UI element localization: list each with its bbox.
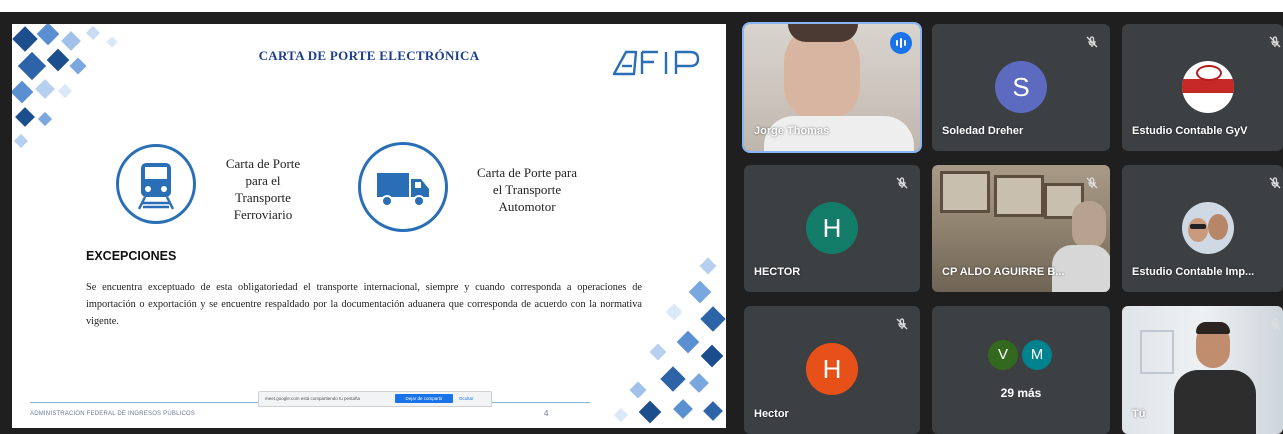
participant-name: Estudio Contable GyV xyxy=(1132,125,1248,137)
participant-tile-estudio-contable-imp[interactable]: Estudio Contable Imp... xyxy=(1122,165,1283,292)
speaking-indicator-icon xyxy=(890,32,912,54)
item2-caption: Carta de Porte para el Transporte Automo… xyxy=(462,164,592,215)
screen-share-banner: meet.google.com está compartiendo tu pes… xyxy=(258,391,492,407)
truck-icon xyxy=(358,142,448,232)
participant-avatar: S xyxy=(995,61,1047,113)
item1-caption-line: para el xyxy=(245,173,281,188)
person-head xyxy=(1072,201,1106,249)
item2-caption-line: el Transporte xyxy=(492,182,562,197)
slide-page-number: 4 xyxy=(544,409,549,418)
item1-caption-line: Ferroviario xyxy=(233,207,293,222)
exceptions-body: Se encuentra exceptuado de esta obligato… xyxy=(86,282,642,327)
person-shirt xyxy=(1174,370,1256,434)
participant-tile-cp-aldo-aguirre[interactable]: CP ALDO AGUIRRE B... xyxy=(932,165,1110,292)
participant-logo xyxy=(1182,61,1234,113)
item2-caption-line: Automotor xyxy=(498,199,556,214)
wall-frame xyxy=(994,175,1044,217)
participant-tile-hector-lower[interactable]: H Hector xyxy=(744,306,920,434)
participant-avatar: H xyxy=(806,343,858,395)
participant-avatar-small: M xyxy=(1022,340,1052,370)
person-face xyxy=(1208,214,1228,240)
item2-caption-line: Carta de Porte para xyxy=(477,165,577,180)
participant-name: CP ALDO AGUIRRE B... xyxy=(942,266,1065,278)
mic-off-icon xyxy=(896,177,908,189)
item1-caption-line: Transporte xyxy=(235,190,291,205)
person-face xyxy=(1188,218,1208,242)
decorative-tiles-top-left xyxy=(12,24,152,164)
more-participants-tile[interactable]: V M 29 más xyxy=(932,306,1110,434)
mic-off-icon xyxy=(1086,36,1098,48)
share-banner-message: meet.google.com está compartiendo tu pes… xyxy=(265,396,361,401)
presentation-slide: CARTA DE PORTE ELECTRÓNICA Carta de Port… xyxy=(12,24,726,428)
participant-name: Jorge Thomas xyxy=(754,125,830,137)
person-hair xyxy=(1196,322,1230,334)
logo-ring xyxy=(1196,65,1222,81)
afip-logo xyxy=(610,44,710,80)
participant-tile-hector-upper[interactable]: H HECTOR xyxy=(744,165,920,292)
item1-caption-line: Carta de Porte xyxy=(225,156,301,171)
logo-band xyxy=(1182,79,1234,93)
participant-name: Tú xyxy=(1132,408,1146,420)
participant-name: Hector xyxy=(754,408,789,420)
sunglasses xyxy=(1190,224,1206,229)
slide-footer: ADMINISTRACIÓN FEDERAL DE INGRESOS PÚBLI… xyxy=(30,411,196,417)
exceptions-title: EXCEPCIONES xyxy=(86,249,177,263)
hide-banner-button[interactable]: Ocultar xyxy=(459,396,474,401)
train-icon xyxy=(116,144,196,224)
wall-frame xyxy=(940,171,990,213)
participant-tile-jorge-thomas[interactable]: Jorge Thomas xyxy=(744,24,920,151)
background-cabinet xyxy=(1140,330,1174,374)
participant-photo xyxy=(1182,202,1234,254)
browser-top-strip xyxy=(0,0,1283,12)
participant-tile-estudio-contable-gyv[interactable]: Estudio Contable GyV xyxy=(1122,24,1283,151)
participant-name: Soledad Dreher xyxy=(942,125,1024,137)
participant-tile-soledad-dreher[interactable]: S Soledad Dreher xyxy=(932,24,1110,151)
mic-off-icon xyxy=(1086,177,1098,189)
mic-off-icon xyxy=(1269,36,1281,48)
mic-off-icon xyxy=(1269,318,1281,330)
mic-off-icon xyxy=(1269,177,1281,189)
participant-name: HECTOR xyxy=(754,266,801,278)
item1-caption: Carta de Porte para el Transporte Ferrov… xyxy=(208,155,318,223)
participant-tile-self[interactable]: Tú xyxy=(1122,306,1283,434)
stop-sharing-button[interactable]: Dejar de compartir xyxy=(395,394,453,403)
participant-avatar-small: V xyxy=(988,340,1018,370)
person-hair xyxy=(788,24,858,42)
participant-avatar: H xyxy=(806,202,858,254)
more-participants-count: 29 más xyxy=(1000,386,1042,400)
mic-off-icon xyxy=(896,318,908,330)
participant-name: Estudio Contable Imp... xyxy=(1132,266,1255,278)
